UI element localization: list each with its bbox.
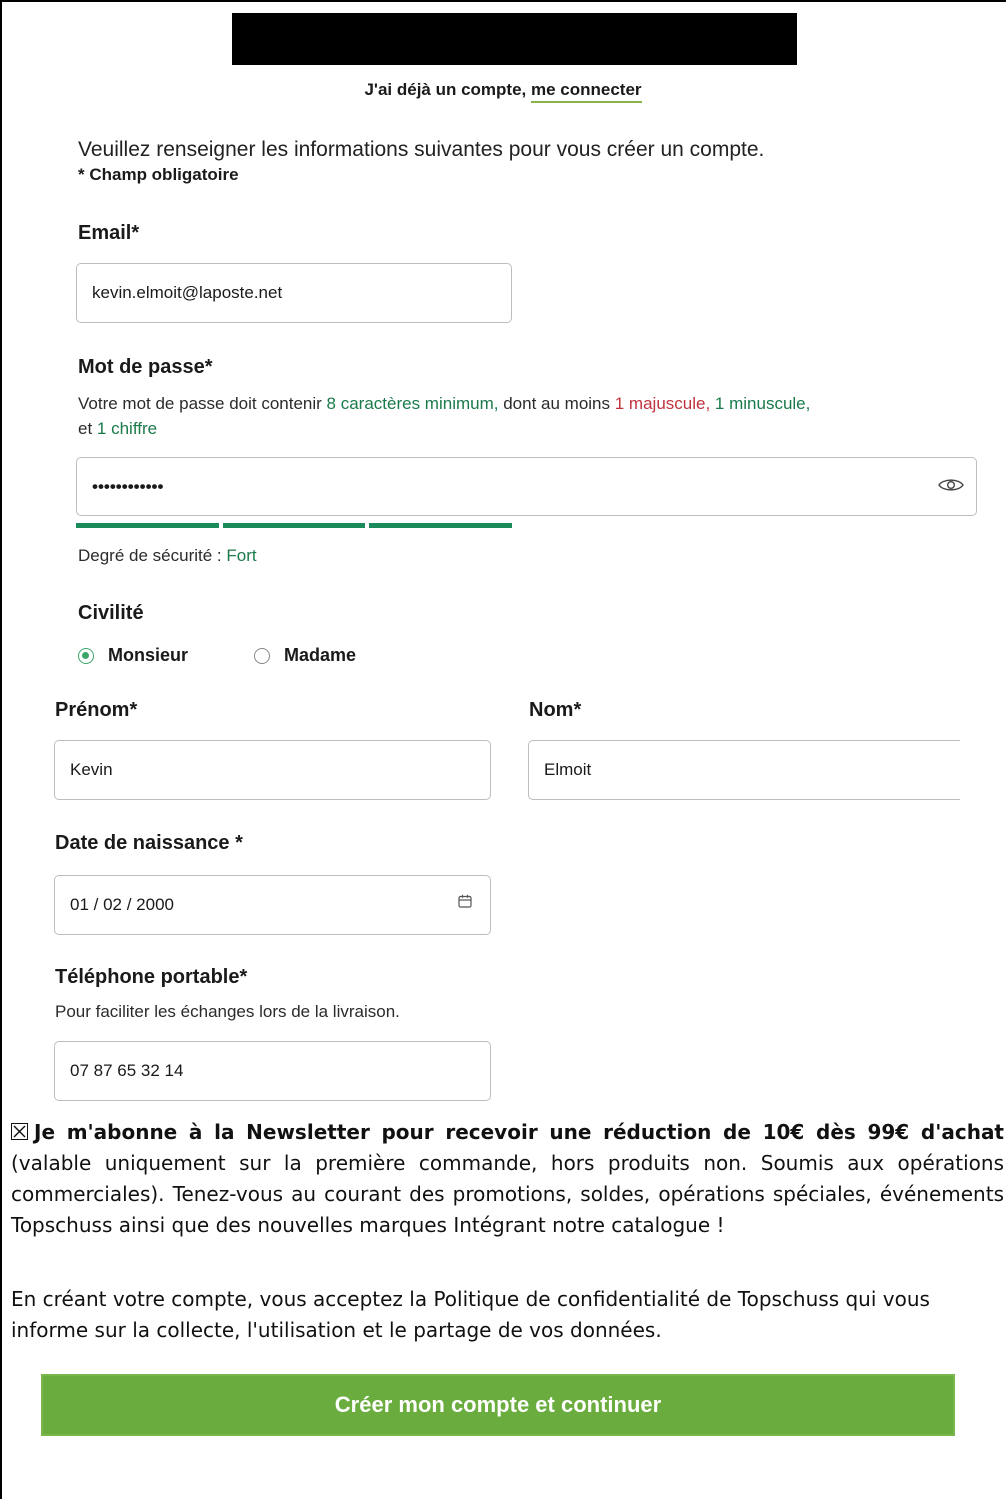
lastname-input[interactable] xyxy=(528,740,968,800)
password-hint: Votre mot de passe doit contenir 8 carac… xyxy=(78,391,978,441)
email-label: Email* xyxy=(78,222,140,244)
radio-madame[interactable] xyxy=(254,648,270,664)
eye-icon[interactable] xyxy=(938,477,964,493)
password-input[interactable]: •••••••••••• xyxy=(76,457,977,516)
redacted-banner xyxy=(232,13,797,65)
login-prefix: J'ai déjà un compte, xyxy=(364,80,527,99)
login-line: J'ai déjà un compte, me connecter xyxy=(0,80,1006,103)
radio-label-madame[interactable]: Madame xyxy=(284,645,356,666)
password-masked-value: •••••••••••• xyxy=(92,477,164,496)
strength-indicator: Degré de sécurité : Fort xyxy=(78,546,257,566)
firstname-input[interactable] xyxy=(54,740,491,800)
strength-label: Degré de sécurité : xyxy=(78,546,222,565)
password-label: Mot de passe* xyxy=(78,356,213,378)
hint-lowercase: 1 minuscule, xyxy=(714,394,811,413)
calendar-icon[interactable] xyxy=(458,894,472,908)
hint-text-1: Votre mot de passe doit contenir xyxy=(78,394,322,413)
lastname-label: Nom* xyxy=(529,699,582,721)
firstname-label: Prénom* xyxy=(55,699,138,721)
newsletter-checkbox[interactable] xyxy=(11,1123,28,1140)
radio-label-monsieur[interactable]: Monsieur xyxy=(108,645,188,666)
strength-bar-3 xyxy=(369,523,512,528)
privacy-policy-text: En créant votre compte, vous acceptez la… xyxy=(11,1287,930,1342)
birthdate-label: Date de naissance * xyxy=(55,832,243,854)
email-input[interactable] xyxy=(76,263,512,323)
newsletter-bold: Je m'abonne à la Newsletter pour recevoi… xyxy=(34,1120,1004,1144)
newsletter-rest: (valable uniquement sur la première comm… xyxy=(11,1151,1004,1237)
hint-digit: 1 chiffre xyxy=(96,419,158,438)
birthdate-input[interactable] xyxy=(54,875,491,935)
civility-label: Civilité xyxy=(78,602,144,624)
strength-value: Fort xyxy=(226,546,257,565)
strength-bar-1 xyxy=(76,523,219,528)
newsletter-text: Je m'abonne à la Newsletter pour recevoi… xyxy=(11,1117,1004,1241)
checkbox-cross-icon xyxy=(13,1125,26,1138)
form-intro: Veuillez renseigner les informations sui… xyxy=(78,138,765,161)
hint-text-2: dont au moins xyxy=(503,394,611,413)
required-note: * Champ obligatoire xyxy=(78,165,239,184)
mobile-input[interactable] xyxy=(54,1041,491,1101)
login-link[interactable]: me connecter xyxy=(531,80,642,103)
lastname-overflow-mask xyxy=(960,738,1006,802)
radio-monsieur[interactable] xyxy=(78,648,94,664)
hint-text-3: et xyxy=(78,419,93,438)
hint-uppercase: 1 majuscule, xyxy=(614,394,711,413)
create-account-button[interactable]: Créer mon compte et continuer xyxy=(41,1374,955,1436)
mobile-hint: Pour faciliter les échanges lors de la l… xyxy=(55,1002,400,1021)
mobile-label: Téléphone portable* xyxy=(55,966,248,988)
strength-bar-2 xyxy=(223,523,365,528)
hint-min-chars: 8 caractères minimum, xyxy=(326,394,499,413)
